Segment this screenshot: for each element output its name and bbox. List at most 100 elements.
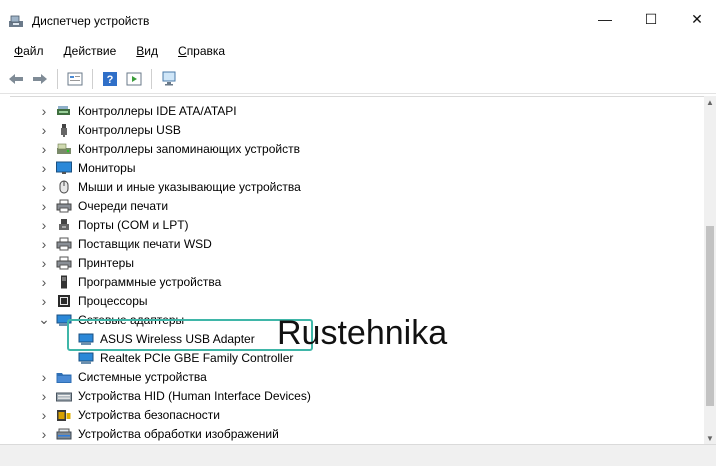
tree-category-item[interactable]: › Мыши и иные указывающие устройства [38,177,301,196]
menu-file[interactable]: Файл [10,42,48,60]
chevron-right-icon[interactable]: › [38,274,50,290]
tree-category-item[interactable]: › Устройства HID (Human Interface Devices… [38,386,311,405]
system-folder-icon [56,372,72,383]
chevron-right-icon[interactable]: › [38,103,50,119]
forward-button[interactable] [30,69,50,89]
chevron-right-icon[interactable]: › [38,122,50,138]
usb-icon [61,123,67,137]
chevron-down-icon[interactable]: ⌄ [38,311,50,327]
device-manager-icon [9,15,23,27]
tree-category-item[interactable]: › Контроллеры USB [38,120,181,139]
tree-item-label: Realtek PCIe GBE Family Controller [100,350,294,365]
toolbar-separator [57,68,58,89]
security-device-icon [57,409,71,421]
forward-arrow-icon [33,73,47,84]
chevron-right-icon[interactable]: › [38,388,50,404]
status-bar [0,444,716,466]
tree-item-label: Контроллеры USB [78,122,181,137]
tree-category-item[interactable]: › Системные устройства [38,367,207,386]
scan-hardware-button[interactable] [159,69,179,89]
device-tree: › Контроллеры IDE ATA/ATAPI › Контроллеры U… [10,96,704,444]
chevron-right-icon[interactable]: › [38,141,50,157]
minimize-button[interactable]: — [582,0,628,38]
tree-category-item[interactable]: › Очереди печати [38,196,168,215]
chevron-right-icon[interactable]: › [38,160,50,176]
imaging-device-icon [56,428,72,439]
update-driver-button[interactable] [124,69,144,89]
tree-item-label: Очереди печати [78,198,169,213]
chevron-right-icon[interactable]: › [38,369,50,385]
tree-category-item[interactable]: › Поставщик печати WSD [38,234,212,253]
chevron-right-icon[interactable]: › [38,426,50,442]
menu-bar: Файл Действие Вид Справка [0,38,716,64]
printer-icon [56,237,72,250]
tree-item-label: Контроллеры запоминающих устройств [78,141,300,156]
tree-category-item[interactable]: › Процессоры [38,291,148,310]
back-arrow-icon [9,73,23,84]
toolbar-separator [92,68,93,89]
title-bar: Диспетчер устройств — ☐ ✕ [0,0,716,38]
scan-hardware-icon [162,71,176,85]
tree-item-label: Мониторы [78,160,136,175]
help-icon: ? [103,71,117,86]
chevron-right-icon[interactable]: › [38,179,50,195]
chevron-right-icon[interactable]: › [38,293,50,309]
cpu-icon [58,294,70,307]
tree-item-label: Устройства HID (Human Interface Devices) [78,388,311,403]
svg-text:?: ? [107,74,114,86]
scroll-up-arrow-icon[interactable]: ▲ [704,96,716,108]
hid-icon [56,392,72,401]
printer-icon [56,199,72,212]
tree-item-label: Принтеры [78,255,134,270]
mouse-icon [59,180,69,193]
maximize-button[interactable]: ☐ [628,0,674,38]
tree-category-item[interactable]: › Мониторы [38,158,136,177]
tree-category-item[interactable]: › Контроллеры запоминающих устройств [38,139,300,158]
tree-item-label: Системные устройства [78,369,207,384]
printer-icon [56,256,72,269]
chevron-right-icon[interactable]: › [38,198,50,214]
window-title: Диспетчер устройств [32,14,150,28]
tree-item-label: Порты (COM и LPT) [78,217,189,232]
menu-view[interactable]: Вид [132,42,162,60]
help-button[interactable]: ? [100,69,120,89]
update-driver-icon [126,72,142,85]
scroll-thumb[interactable] [706,226,714,406]
scroll-down-arrow-icon[interactable]: ▼ [704,432,716,444]
tree-item-label: Мыши и иные указывающие устройства [78,179,301,194]
chevron-right-icon[interactable]: › [38,255,50,271]
properties-button[interactable] [65,69,85,89]
storage-icon [57,143,71,154]
tree-item-label: Процессоры [78,293,148,308]
monitor-icon [56,161,72,174]
close-icon: ✕ [691,10,703,27]
chevron-right-icon[interactable]: › [38,217,50,233]
toolbar: ? [0,64,716,94]
maximize-icon: ☐ [644,10,658,27]
tree-category-item[interactable]: › Контроллеры IDE ATA/ATAPI [38,101,237,120]
watermark-text: Rustehnika [277,314,448,352]
tree-category-item[interactable]: › Устройства обработки изображений [38,424,279,443]
chevron-right-icon[interactable]: › [38,407,50,423]
close-button[interactable]: ✕ [674,0,716,38]
back-button[interactable] [6,69,26,89]
minimize-icon: — [598,11,612,27]
tree-category-item[interactable]: › Программные устройства [38,272,222,291]
vertical-scrollbar[interactable]: ▲ ▼ [704,96,716,444]
properties-icon [67,72,83,85]
tree-category-item[interactable]: › Устройства безопасности [38,405,220,424]
tree-item-label: Контроллеры IDE ATA/ATAPI [78,103,237,118]
tree-category-item[interactable]: › Порты (COM и LPT) [38,215,189,234]
tree-category-item[interactable]: › Принтеры [38,253,134,272]
ide-controller-icon [57,105,70,115]
chevron-right-icon[interactable]: › [38,236,50,252]
toolbar-separator [151,68,152,89]
network-adapter-icon [78,352,94,364]
tree-item-label: Устройства безопасности [78,407,220,422]
tree-item-label: Поставщик печати WSD [78,236,212,251]
software-device-icon [61,275,67,288]
tree-item-label: Устройства обработки изображений [78,426,279,441]
tree-item-label: Программные устройства [78,274,222,289]
menu-help[interactable]: Справка [174,42,229,60]
menu-action[interactable]: Действие [60,42,121,60]
